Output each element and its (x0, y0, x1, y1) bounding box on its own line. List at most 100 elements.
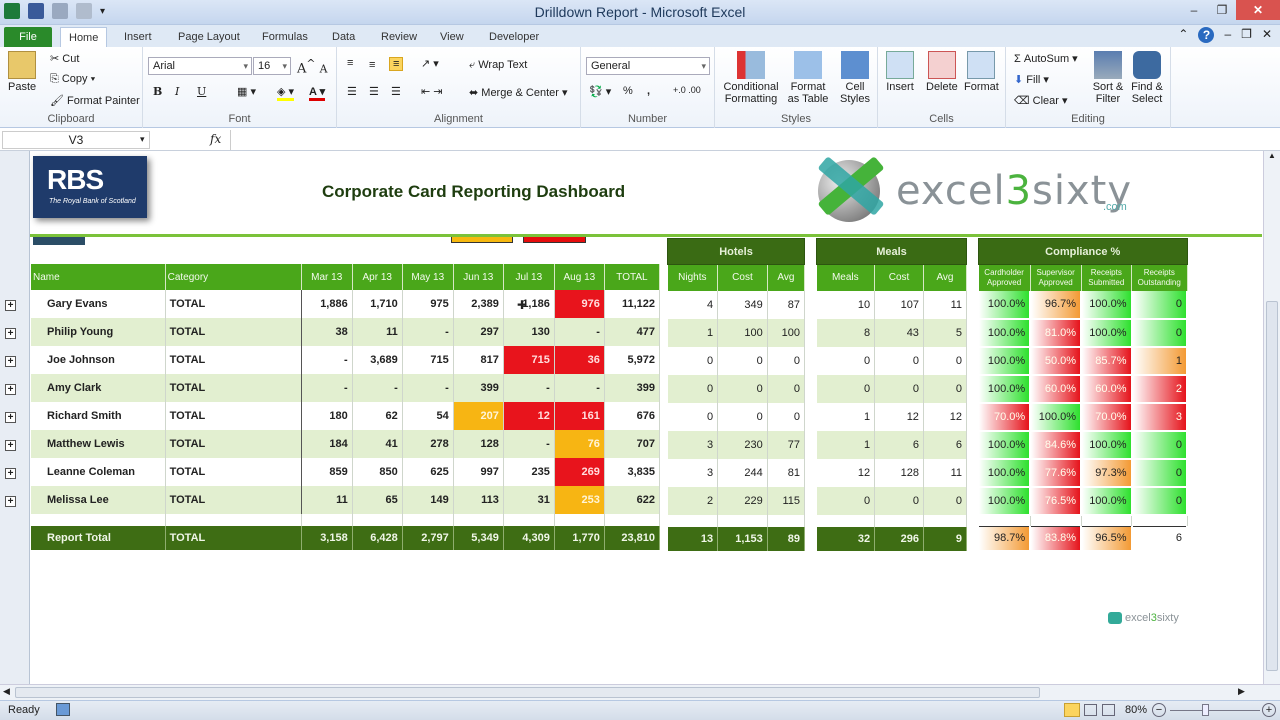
expand-row-button[interactable]: + (5, 412, 16, 423)
align-right-button[interactable]: ☰ (391, 85, 401, 98)
zoom-slider[interactable] (1170, 710, 1260, 711)
table-row[interactable]: 70.0% 100.0% 70.0% 3 (978, 402, 1188, 432)
table-row[interactable]: Melissa Lee TOTAL 11 65 149 113 31 253 622 (31, 486, 661, 514)
month-value-cell[interactable]: 113 (453, 486, 504, 514)
merge-center-button[interactable]: ⬌ Merge & Center ▾ (469, 86, 568, 99)
zoom-level[interactable]: 80% (1125, 704, 1147, 716)
cut-button[interactable]: ✂ Cut (50, 52, 79, 65)
table-row[interactable]: Matthew Lewis TOTAL 184 41 278 128-76 707 (31, 430, 661, 458)
table-row[interactable]: 100.0% 76.5% 100.0% 0 (978, 486, 1188, 516)
month-total-cell[interactable]: 6,428 (352, 526, 403, 550)
category-cell[interactable]: TOTAL (165, 318, 302, 346)
month-value-cell[interactable]: 269 (554, 458, 605, 486)
hotel-total-cell[interactable]: 89 (767, 526, 806, 551)
table-row[interactable]: 3 230 77 (667, 430, 806, 459)
hotel-total-cell[interactable]: 1,153 (717, 526, 768, 551)
table-row[interactable]: 8 43 5 (816, 318, 968, 347)
table-row[interactable]: 100.0% 96.7% 100.0% 0 (978, 290, 1188, 320)
month-value-cell[interactable]: 850 (352, 458, 403, 486)
tab-formulas[interactable]: Formulas (254, 27, 316, 47)
align-middle-button[interactable]: ≡ (369, 59, 375, 71)
italic-button[interactable]: I (175, 85, 179, 98)
scroll-right-icon[interactable]: ▶ (1238, 686, 1245, 697)
month-value-cell[interactable]: 2,389 (453, 290, 504, 318)
meal-total-cell[interactable]: 296 (874, 526, 924, 551)
meal-value-cell[interactable]: 6 (874, 430, 924, 459)
format-cells-button[interactable]: Format (964, 51, 999, 93)
underline-button[interactable]: U (197, 85, 206, 98)
compliance-value-cell[interactable]: 100.0% (978, 458, 1032, 488)
table-row[interactable]: 1 100 100 (667, 318, 806, 347)
meal-value-cell[interactable]: 12 (923, 402, 968, 431)
expand-row-button[interactable]: + (5, 356, 16, 367)
name-box-dropdown-icon[interactable]: ▾ (140, 134, 145, 145)
month-total-cell[interactable]: 3,158 (301, 526, 353, 550)
table-row[interactable]: Richard Smith TOTAL 180 62 54 207 12 161 676 (31, 402, 661, 430)
table-row[interactable]: 000 (816, 374, 968, 403)
table-row[interactable]: 100.0% 84.6% 100.0% 0 (978, 430, 1188, 460)
month-value-cell[interactable]: - (301, 346, 353, 374)
name-cell[interactable]: Gary Evans (31, 290, 166, 318)
month-value-cell[interactable]: 3,689 (352, 346, 403, 374)
workbook-close-icon[interactable]: ✕ (1262, 27, 1272, 43)
scroll-up-icon[interactable]: ▲ (1264, 151, 1280, 160)
month-value-cell[interactable]: 859 (301, 458, 353, 486)
month-value-cell[interactable]: - (352, 374, 403, 402)
name-cell[interactable]: Richard Smith (31, 402, 166, 430)
month-value-cell[interactable]: 997 (453, 458, 504, 486)
month-value-cell[interactable]: 128 (453, 430, 504, 458)
category-cell[interactable]: TOTAL (165, 290, 302, 318)
hotel-value-cell[interactable]: 244 (717, 458, 768, 487)
hotel-value-cell[interactable]: 230 (717, 430, 768, 459)
compliance-total-cell[interactable]: 83.8% (1030, 526, 1083, 552)
meal-value-cell[interactable]: 1 (816, 402, 876, 431)
expand-row-button[interactable]: + (5, 328, 16, 339)
month-value-cell[interactable]: 975 (402, 290, 454, 318)
hotel-value-cell[interactable]: 0 (667, 346, 719, 375)
month-value-cell[interactable]: 207 (453, 402, 504, 430)
minimize-button[interactable]: – (1180, 0, 1208, 20)
month-value-cell[interactable]: 976 (554, 290, 605, 318)
compliance-value-cell[interactable]: 2 (1131, 374, 1188, 404)
hotel-value-cell[interactable]: 0 (767, 374, 806, 403)
compliance-value-cell[interactable]: 0 (1131, 486, 1188, 516)
meal-value-cell[interactable]: 12 (816, 458, 876, 487)
month-value-cell[interactable]: 1,186 (503, 290, 555, 318)
name-cell[interactable]: Leanne Coleman (31, 458, 166, 486)
meal-value-cell[interactable]: 11 (923, 290, 968, 319)
help-icon[interactable]: ? (1198, 27, 1215, 43)
month-value-cell[interactable]: 817 (453, 346, 504, 374)
compliance-value-cell[interactable]: 60.0% (1081, 374, 1133, 404)
month-value-cell[interactable]: 31 (503, 486, 555, 514)
zoom-in-button[interactable]: + (1262, 703, 1276, 717)
percent-button[interactable]: % (623, 85, 633, 97)
meal-value-cell[interactable]: 8 (816, 318, 876, 347)
orientation-button[interactable]: ↗ ▾ (421, 57, 439, 70)
month-value-cell[interactable]: 399 (453, 374, 504, 402)
compliance-value-cell[interactable]: 100.0% (978, 486, 1032, 516)
compliance-value-cell[interactable]: 76.5% (1030, 486, 1083, 516)
total-cell[interactable]: 399 (604, 374, 661, 402)
tab-data[interactable]: Data (324, 27, 363, 47)
meal-value-cell[interactable]: 0 (923, 486, 968, 515)
tab-file[interactable]: File (4, 27, 52, 47)
compliance-value-cell[interactable]: 100.0% (978, 430, 1032, 460)
hotels-total-row[interactable]: 13 1,153 89 (667, 526, 806, 551)
compliance-value-cell[interactable]: 85.7% (1081, 346, 1133, 376)
hotel-value-cell[interactable]: 3 (667, 430, 719, 459)
hotel-value-cell[interactable]: 4 (667, 290, 719, 319)
scroll-left-icon[interactable]: ◀ (3, 686, 10, 697)
comma-button[interactable]: , (647, 85, 650, 97)
month-value-cell[interactable]: 54 (402, 402, 454, 430)
table-row[interactable]: 3 244 81 (667, 458, 806, 487)
table-row[interactable]: 166 (816, 430, 968, 459)
expand-row-button[interactable]: + (5, 300, 16, 311)
tab-home[interactable]: Home (60, 27, 108, 47)
meal-value-cell[interactable]: 43 (874, 318, 924, 347)
meal-value-cell[interactable]: 128 (874, 458, 924, 487)
month-value-cell[interactable]: 149 (402, 486, 454, 514)
hotel-value-cell[interactable]: 81 (767, 458, 806, 487)
compliance-value-cell[interactable]: 100.0% (978, 374, 1032, 404)
hotel-value-cell[interactable]: 229 (717, 486, 768, 515)
name-cell[interactable]: Melissa Lee (31, 486, 166, 514)
